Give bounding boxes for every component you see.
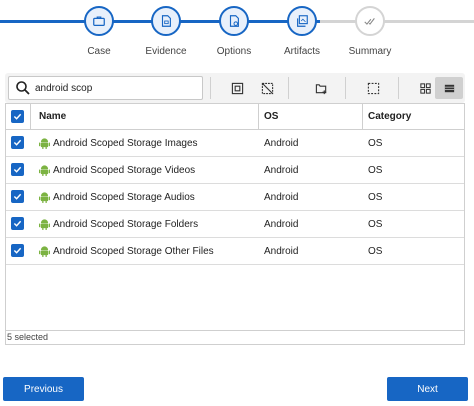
step-label-case: Case	[87, 46, 111, 57]
list-view-icon	[444, 84, 454, 92]
column-divider	[362, 104, 363, 130]
deselect-icon	[261, 82, 273, 94]
table-row[interactable]: Android Scoped Storage Other Files Andro…	[6, 238, 464, 265]
table-row[interactable]: Android Scoped Storage Audios Android OS	[6, 184, 464, 211]
toolbar-divider	[288, 77, 289, 99]
checkmark-icon	[13, 193, 22, 200]
cell-os: Android	[264, 246, 299, 257]
checkmark-icon	[13, 247, 22, 254]
previous-button[interactable]: Previous	[3, 377, 84, 401]
table-row[interactable]: Android Scoped Storage Images Android OS	[6, 130, 464, 157]
cell-os: Android	[264, 165, 299, 176]
cell-category: OS	[368, 165, 383, 176]
android-icon	[39, 165, 50, 176]
step-label-artifacts: Artifacts	[283, 46, 321, 57]
column-header-category[interactable]: Category	[368, 111, 411, 122]
table-header: Name OS Category	[6, 104, 464, 130]
step-artifacts[interactable]	[287, 6, 317, 36]
step-evidence[interactable]	[151, 6, 181, 36]
search-input[interactable]	[35, 82, 195, 94]
cell-category: OS	[368, 219, 383, 230]
grid-view-button[interactable]	[414, 77, 436, 99]
step-label-evidence: Evidence	[145, 46, 187, 57]
step-summary[interactable]	[355, 6, 385, 36]
row-checkbox[interactable]	[11, 244, 24, 257]
grid-view-icon	[419, 82, 431, 94]
next-button[interactable]: Next	[387, 377, 468, 401]
column-header-os[interactable]: OS	[264, 111, 278, 122]
summary-check-icon	[364, 18, 375, 25]
wizard-stepper: Case Evidence Options Artifacts Summary	[0, 0, 474, 64]
column-divider	[258, 104, 259, 130]
deselect-all-button[interactable]	[256, 77, 278, 99]
row-checkbox[interactable]	[11, 190, 24, 203]
toolbar-divider	[398, 77, 399, 99]
select-region-button[interactable]	[362, 77, 384, 99]
checkmark-icon	[13, 166, 22, 173]
table-footer: 5 selected	[6, 330, 464, 344]
android-icon	[39, 192, 50, 203]
toolbar-divider	[345, 77, 346, 99]
cell-os: Android	[264, 192, 299, 203]
cell-os: Android	[264, 138, 299, 149]
android-icon	[39, 138, 50, 149]
selected-count: 5 selected	[7, 332, 49, 342]
options-file-icon	[229, 15, 239, 27]
list-view-button[interactable]	[435, 77, 463, 99]
search-box[interactable]	[8, 76, 203, 100]
android-icon	[39, 246, 50, 257]
step-case[interactable]	[84, 6, 114, 36]
step-options[interactable]	[219, 6, 249, 36]
toolbar-divider	[210, 77, 211, 99]
artifacts-icon	[297, 15, 308, 27]
add-file-button[interactable]	[310, 77, 332, 99]
search-icon	[16, 81, 30, 95]
select-all-icon	[231, 82, 243, 94]
cell-category: OS	[368, 192, 383, 203]
cell-name: Android Scoped Storage Images	[53, 138, 198, 149]
cell-name: Android Scoped Storage Other Files	[53, 246, 214, 257]
checkmark-icon	[13, 113, 22, 120]
cell-category: OS	[368, 138, 383, 149]
step-label-options: Options	[216, 46, 252, 57]
artifacts-table: Name OS Category Android Scoped Storage …	[5, 103, 465, 345]
cell-os: Android	[264, 219, 299, 230]
row-checkbox[interactable]	[11, 136, 24, 149]
row-checkbox[interactable]	[11, 163, 24, 176]
select-region-icon	[367, 82, 379, 94]
add-file-icon	[315, 83, 326, 94]
cell-name: Android Scoped Storage Folders	[53, 219, 199, 230]
select-all-button[interactable]	[226, 77, 248, 99]
cell-name: Android Scoped Storage Videos	[53, 165, 196, 176]
evidence-file-icon	[161, 15, 171, 27]
cell-name: Android Scoped Storage Audios	[53, 192, 195, 203]
table-row[interactable]: Android Scoped Storage Videos Android OS	[6, 157, 464, 184]
step-label-summary: Summary	[348, 46, 392, 57]
briefcase-icon	[93, 16, 105, 26]
checkmark-icon	[13, 139, 22, 146]
column-header-name[interactable]: Name	[39, 111, 66, 122]
table-row[interactable]: Android Scoped Storage Folders Android O…	[6, 211, 464, 238]
column-divider	[30, 104, 31, 130]
android-icon	[39, 219, 50, 230]
stepper-pending-line	[320, 20, 474, 23]
artifact-toolbar	[5, 73, 465, 103]
row-checkbox[interactable]	[11, 217, 24, 230]
select-all-checkbox[interactable]	[11, 110, 24, 123]
checkmark-icon	[13, 220, 22, 227]
cell-category: OS	[368, 246, 383, 257]
